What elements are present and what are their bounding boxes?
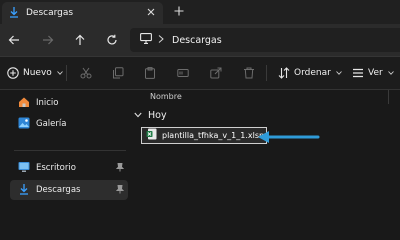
address-path[interactable]: Descargas bbox=[172, 35, 222, 46]
sidebar-item-inicio[interactable]: Inicio bbox=[10, 93, 128, 113]
sidebar-item-label: Descargas bbox=[36, 185, 81, 195]
group-label: Hoy bbox=[148, 110, 167, 121]
plus-circle-icon bbox=[7, 67, 19, 79]
sort-label: Ordenar bbox=[294, 68, 331, 78]
pin-icon[interactable] bbox=[115, 185, 125, 197]
column-header-name[interactable]: Nombre bbox=[150, 92, 182, 101]
back-button[interactable] bbox=[6, 32, 22, 48]
sidebar-item-escritorio[interactable]: Escritorio bbox=[10, 158, 128, 178]
chevron-down-icon bbox=[335, 71, 342, 75]
column-resize-handle[interactable] bbox=[388, 90, 389, 104]
toolbar-separator bbox=[266, 65, 267, 81]
sort-button[interactable]: Ordenar bbox=[278, 65, 342, 81]
sidebar-item-label: Inicio bbox=[36, 98, 59, 108]
navigation-bar: Descargas bbox=[0, 24, 400, 56]
chevron-right-icon[interactable] bbox=[158, 34, 164, 46]
share-icon bbox=[210, 67, 222, 79]
tab-title: Descargas bbox=[26, 8, 74, 18]
toolbar-separator bbox=[66, 65, 67, 81]
up-button[interactable] bbox=[72, 32, 88, 48]
desktop-icon bbox=[18, 161, 30, 176]
sidebar-item-galeria[interactable]: Galería bbox=[10, 114, 128, 134]
divider bbox=[0, 89, 400, 90]
tab-descargas[interactable]: Descargas bbox=[2, 2, 163, 24]
home-icon bbox=[18, 96, 30, 111]
group-header-hoy[interactable]: Hoy bbox=[134, 110, 167, 121]
scrollbar[interactable] bbox=[392, 90, 400, 208]
pin-icon[interactable] bbox=[115, 163, 125, 175]
clipboard-icon bbox=[145, 67, 155, 79]
scissors-icon bbox=[80, 67, 92, 79]
download-icon bbox=[18, 183, 30, 198]
new-label: Nuevo bbox=[23, 68, 52, 78]
view-button[interactable]: Ver bbox=[352, 65, 394, 81]
monitor-icon bbox=[140, 33, 152, 47]
rename-icon bbox=[177, 69, 189, 77]
cut-button[interactable] bbox=[80, 65, 92, 81]
sidebar-item-label: Escritorio bbox=[36, 163, 76, 173]
close-tab-icon[interactable] bbox=[145, 6, 157, 18]
copy-button[interactable] bbox=[112, 65, 124, 81]
download-icon bbox=[8, 6, 20, 21]
view-label: Ver bbox=[368, 68, 383, 78]
copy-icon bbox=[113, 67, 124, 79]
sidebar-item-descargas[interactable]: Descargas bbox=[10, 180, 128, 200]
sidebar-divider bbox=[14, 150, 126, 151]
address-bar[interactable]: Descargas bbox=[130, 28, 400, 52]
chevron-down-icon bbox=[56, 71, 63, 75]
annotation-arrow-icon bbox=[258, 131, 320, 143]
sidebar-item-label: Galería bbox=[36, 119, 67, 129]
refresh-button[interactable] bbox=[104, 32, 120, 48]
file-name[interactable]: plantilla_tfhka_v_1_1.xlsm bbox=[162, 131, 267, 140]
trash-icon bbox=[244, 67, 254, 79]
sort-icon bbox=[278, 67, 290, 79]
tab-bar: Descargas bbox=[0, 0, 400, 24]
command-bar: Nuevo Ordenar Ver bbox=[0, 57, 400, 89]
forward-button[interactable] bbox=[40, 32, 56, 48]
refresh-icon bbox=[107, 34, 117, 45]
share-button[interactable] bbox=[210, 65, 222, 81]
chevron-down-icon bbox=[387, 71, 394, 75]
chevron-down-icon[interactable] bbox=[134, 111, 142, 121]
delete-button[interactable] bbox=[243, 65, 255, 81]
rename-button[interactable] bbox=[177, 65, 189, 81]
new-tab-button[interactable] bbox=[172, 4, 186, 18]
file-row[interactable]: plantilla_tfhka_v_1_1.xlsm bbox=[141, 127, 267, 144]
paste-button[interactable] bbox=[144, 65, 156, 81]
arrow-right-icon bbox=[43, 35, 54, 45]
arrow-up-icon bbox=[75, 34, 85, 45]
arrow-left-icon bbox=[8, 35, 19, 45]
view-list-icon bbox=[353, 68, 363, 78]
new-button[interactable]: Nuevo bbox=[7, 65, 63, 81]
gallery-icon bbox=[18, 117, 30, 132]
excel-file-icon bbox=[146, 128, 157, 143]
